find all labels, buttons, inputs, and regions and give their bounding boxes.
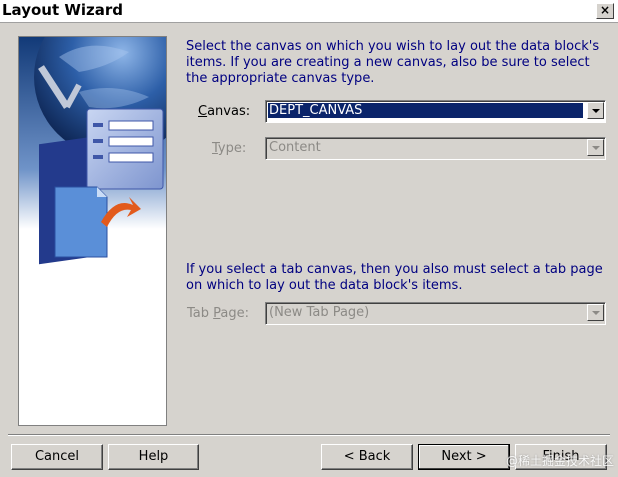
watermark: @稀土掘金技术社区 — [505, 454, 614, 468]
type-label: Type: — [212, 141, 247, 156]
type-value: Content — [269, 140, 321, 155]
chevron-down-icon[interactable] — [587, 102, 604, 119]
help-button[interactable]: Help — [108, 444, 199, 470]
cancel-button[interactable]: Cancel — [11, 444, 103, 470]
canvas-dropdown[interactable]: DEPT_CANVAS — [265, 100, 606, 123]
chevron-down-icon — [587, 304, 604, 321]
canvas-instructions: Select the canvas on which you wish to l… — [186, 39, 600, 86]
tab-page-dropdown: (New Tab Page) — [265, 302, 606, 325]
tab-page-label: Tab Page: — [187, 306, 250, 321]
window-title: Layout Wizard — [2, 1, 124, 19]
canvas-label: Canvas: — [198, 104, 251, 119]
close-button[interactable]: × — [596, 3, 614, 19]
tab-page-instructions: If you select a tab canvas, then you als… — [186, 262, 603, 293]
next-button[interactable]: Next > — [418, 444, 510, 470]
tab-page-value: (New Tab Page) — [269, 305, 370, 320]
title-bar: Layout Wizard × — [0, 0, 618, 23]
wizard-illustration — [18, 36, 167, 426]
wizard-graphic-icon — [19, 37, 166, 425]
chevron-down-icon — [587, 139, 604, 156]
type-dropdown: Content — [265, 137, 606, 160]
canvas-value: DEPT_CANVAS — [268, 103, 583, 118]
back-button[interactable]: < Back — [321, 444, 413, 470]
footer-divider — [8, 434, 610, 436]
